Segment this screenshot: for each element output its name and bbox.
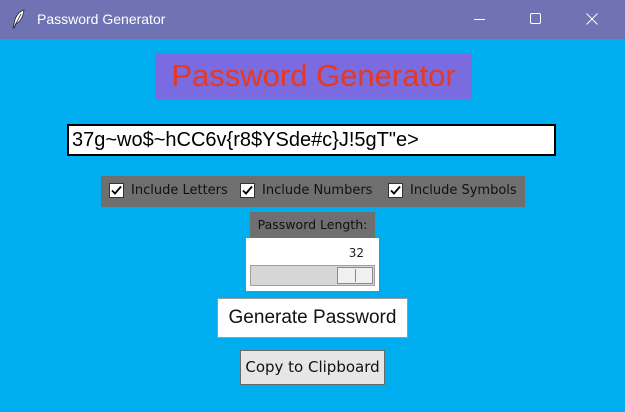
slider-track[interactable] — [250, 265, 375, 286]
checkmark-icon — [111, 185, 122, 195]
close-icon — [586, 13, 598, 25]
checkmark-icon — [390, 185, 401, 195]
close-button[interactable] — [565, 0, 621, 39]
window-title: Password Generator — [37, 11, 166, 27]
maximize-icon — [530, 13, 541, 24]
slider-handle[interactable] — [337, 267, 373, 284]
maximize-button[interactable] — [509, 0, 565, 39]
checkbox-box[interactable] — [240, 183, 255, 198]
generate-password-button[interactable]: Generate Password — [217, 298, 408, 338]
checkbox-box[interactable] — [109, 183, 124, 198]
password-length-scale: 32 — [246, 238, 379, 291]
password-length-label: Password Length: — [250, 212, 375, 238]
checkmark-icon — [242, 185, 253, 195]
options-panel: Include Letters Include Numbers Include … — [101, 176, 525, 207]
include-symbols-label: Include Symbols — [410, 183, 517, 198]
page-title: Password Generator — [155, 53, 472, 99]
include-numbers-label: Include Numbers — [262, 183, 373, 198]
minimize-icon — [474, 19, 485, 20]
checkbox-box[interactable] — [388, 183, 403, 198]
copy-to-clipboard-button[interactable]: Copy to Clipboard — [240, 350, 385, 385]
scale-value: 32 — [348, 246, 364, 260]
title-bar: Password Generator — [0, 0, 625, 39]
include-letters-label: Include Letters — [131, 183, 228, 198]
feather-icon — [12, 9, 26, 29]
minimize-button[interactable] — [453, 0, 509, 39]
password-output-field[interactable]: 37g~wo$~hCC6v{r8$YSde#c}J!5gT"e> — [67, 124, 556, 156]
